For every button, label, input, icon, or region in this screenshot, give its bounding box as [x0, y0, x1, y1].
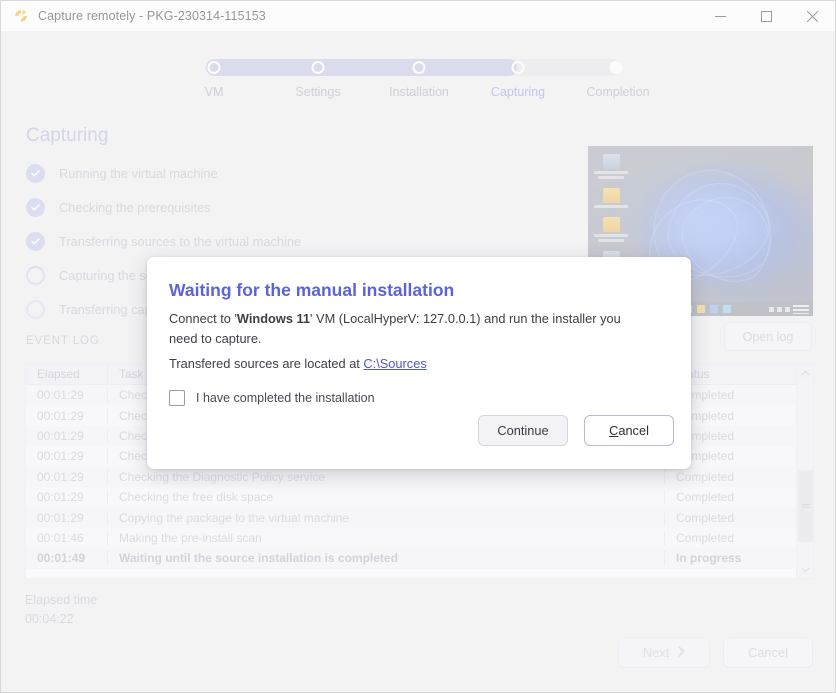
completed-installation-checkbox-row[interactable]: I have completed the installation [169, 390, 375, 406]
dialog-vm-name: Windows 11 [236, 311, 311, 326]
dialog-cancel-button[interactable]: Cancel [584, 415, 674, 446]
completed-installation-checkbox[interactable] [169, 390, 185, 406]
manual-installation-dialog: Waiting for the manual installation Conn… [147, 257, 691, 469]
dialog-sources-prefix: Transfered sources are located at [169, 356, 364, 371]
dialog-title: Waiting for the manual installation [169, 280, 455, 300]
checkbox-label: I have completed the installation [196, 391, 375, 405]
dialog-continue-button[interactable]: Continue [478, 415, 568, 446]
dialog-body-text: Connect to 'Windows 11' VM (LocalHyperV:… [169, 309, 649, 349]
app-window: Capture remotely - PKG-230314-115153 VM … [0, 0, 836, 693]
sources-path-link[interactable]: C:\Sources [363, 356, 426, 371]
dialog-body-prefix: Connect to ' [169, 311, 237, 326]
cancel-rest-letters: ancel [618, 423, 649, 438]
cancel-accel-letter: C [609, 423, 619, 438]
dialog-sources-text: Transfered sources are located at C:\Sou… [169, 356, 659, 371]
